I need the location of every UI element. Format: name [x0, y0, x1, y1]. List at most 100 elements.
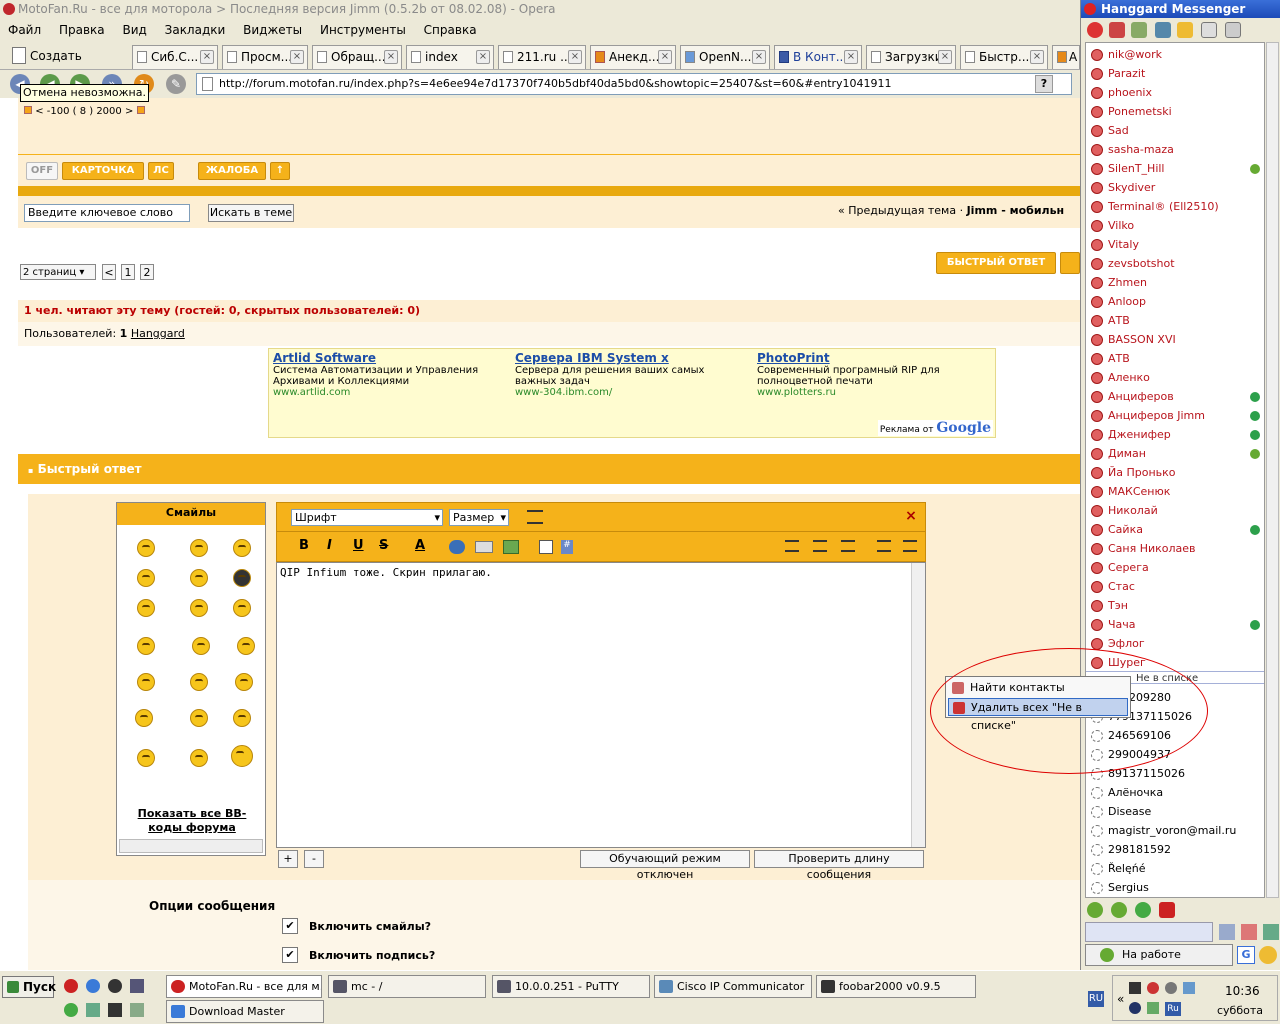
off-button[interactable]: OFF — [26, 162, 58, 180]
complaint-button[interactable]: ЖАЛОБА — [198, 162, 266, 180]
contact-item[interactable]: Николай — [1086, 501, 1264, 520]
help-icon[interactable] — [1177, 22, 1193, 38]
numbered-list-icon[interactable] — [877, 540, 891, 552]
contact-item[interactable]: Vitaly — [1086, 235, 1264, 254]
taskbar-item-mc[interactable]: mc - / — [328, 975, 486, 998]
ad-url[interactable]: www.artlid.com — [273, 387, 503, 398]
quick-reply-top-button[interactable]: БЫСТРЫЙ ОТВЕТ — [936, 252, 1056, 274]
network-icon[interactable] — [130, 979, 144, 993]
contact-item[interactable]: Sad — [1086, 121, 1264, 140]
icq-quicklaunch-icon[interactable] — [64, 1003, 78, 1017]
smiley-icon[interactable] — [190, 569, 208, 587]
ads-by-google[interactable]: Реклама от Google — [877, 420, 993, 436]
ru-icon[interactable]: Ru — [1165, 1002, 1181, 1016]
ie-quicklaunch-icon[interactable] — [86, 979, 100, 993]
close-icon[interactable]: × — [290, 50, 304, 64]
align-center-icon[interactable] — [813, 540, 827, 552]
contact-list-scrollbar[interactable] — [1266, 42, 1279, 898]
font-select[interactable]: Шрифт ▾ — [291, 509, 443, 526]
smiley-icon[interactable] — [190, 749, 208, 767]
help-icon[interactable]: ? — [1035, 75, 1053, 93]
menu-edit[interactable]: Правка — [59, 23, 105, 37]
contact-item[interactable]: Vilko — [1086, 216, 1264, 235]
close-icon[interactable]: × — [384, 50, 398, 64]
contact-item[interactable]: Аленко — [1086, 368, 1264, 387]
taskbar-item-putty[interactable]: 10.0.0.251 - PuTTY — [492, 975, 650, 998]
enlarge-textarea-button[interactable]: + — [278, 850, 298, 868]
contacts-icon[interactable] — [1109, 22, 1125, 38]
up-arrow-icon[interactable]: ↑ — [270, 162, 290, 180]
tab-3[interactable]: Обращ... × — [312, 45, 402, 69]
code-icon[interactable]: # — [561, 540, 573, 554]
contact-item[interactable]: BASSON XVI — [1086, 330, 1264, 349]
ad-2[interactable]: Сервера IBM System x Сервера для решения… — [515, 351, 745, 398]
smiley-icon[interactable] — [192, 637, 210, 655]
app-icon[interactable] — [130, 1003, 144, 1017]
address-bar[interactable]: http://forum.motofan.ru/index.php?s=4e6e… — [196, 73, 1072, 95]
smiley-icon[interactable] — [237, 637, 255, 655]
taskbar-item-foobar[interactable]: foobar2000 v0.9.5 — [816, 975, 976, 998]
smiley-icon[interactable] — [231, 745, 253, 767]
tab-11[interactable]: A — [1052, 45, 1080, 69]
contact-item[interactable]: Эфлог — [1086, 634, 1264, 653]
smiley-icon[interactable] — [190, 673, 208, 691]
contact-item[interactable]: 298181592 — [1086, 840, 1264, 859]
text-color-icon[interactable]: A — [415, 538, 425, 553]
enable-smileys-checkbox[interactable]: ✔ — [282, 918, 298, 934]
sort-icon[interactable] — [1263, 924, 1279, 940]
email-icon[interactable] — [475, 541, 493, 553]
contact-item[interactable]: magistr_voron@mail.ru — [1086, 821, 1264, 840]
current-topic-link[interactable]: Jimm - мобильн — [967, 204, 1065, 217]
opera-quicklaunch-icon[interactable] — [64, 979, 78, 993]
smiley-icon[interactable] — [137, 749, 155, 767]
close-icon[interactable]: × — [938, 50, 952, 64]
page-link-1[interactable]: 1 — [121, 264, 135, 280]
page-link-2[interactable]: 2 — [140, 264, 154, 280]
minus-icon[interactable] — [24, 106, 32, 114]
contact-item[interactable]: 89137115026 — [1086, 764, 1264, 783]
contact-item[interactable]: Диман — [1086, 444, 1264, 463]
align-right-icon[interactable] — [841, 540, 855, 552]
ad-1[interactable]: Artlid Software Система Автоматизации и … — [273, 351, 503, 398]
contact-item[interactable]: Серега — [1086, 558, 1264, 577]
contact-item[interactable]: zevsbotshot — [1086, 254, 1264, 273]
edit-icon[interactable]: ✎ — [166, 74, 186, 94]
tray-icon[interactable] — [1183, 982, 1195, 994]
contact-item[interactable]: АТВ — [1086, 311, 1264, 330]
italic-icon[interactable]: I — [327, 538, 332, 553]
tray-icon[interactable] — [1147, 1002, 1159, 1014]
contact-item[interactable]: Тэн — [1086, 596, 1264, 615]
contact-item[interactable]: nik@work — [1086, 45, 1264, 64]
menu-widgets[interactable]: Виджеты — [243, 23, 302, 37]
tab-7[interactable]: OpenN... × — [680, 45, 770, 69]
smiley-icon[interactable] — [190, 599, 208, 617]
settings-icon[interactable] — [1131, 22, 1147, 38]
users-icon[interactable] — [1241, 924, 1257, 940]
keyword-search-input[interactable]: Введите ключевое слово — [24, 204, 190, 222]
service-icon[interactable] — [1159, 902, 1175, 918]
smiley-icon[interactable] — [135, 709, 153, 727]
app-icon[interactable] — [86, 1003, 100, 1017]
smiley-icon[interactable] — [233, 539, 251, 557]
smiley-icon[interactable] — [233, 599, 251, 617]
icq-icon[interactable] — [1111, 902, 1127, 918]
menu-tools[interactable]: Инструменты — [320, 23, 406, 37]
ad-title[interactable]: PhotoPrint — [757, 351, 987, 365]
smiley-icon[interactable] — [235, 673, 253, 691]
menu-bookmarks[interactable]: Закладки — [165, 23, 226, 37]
start-button[interactable]: Пуск — [2, 976, 56, 998]
show-all-bbcodes-link[interactable]: Показать все BB-коды форума — [127, 807, 257, 835]
tray-icon[interactable] — [1165, 982, 1177, 994]
contact-item[interactable]: МАКСенюк — [1086, 482, 1264, 501]
user-link[interactable]: Hanggard — [131, 327, 185, 340]
taskbar-item-download-master[interactable]: Download Master — [166, 1000, 324, 1023]
contact-item[interactable]: Anloop — [1086, 292, 1264, 311]
clock-time[interactable]: 10:36 — [1225, 984, 1260, 998]
smileys-scrollbar[interactable] — [119, 839, 263, 853]
smiley-icon[interactable] — [233, 709, 251, 727]
tab-5[interactable]: 211.ru ... × — [498, 45, 586, 69]
menu-icon[interactable] — [1225, 22, 1241, 38]
menu-file[interactable]: Файл — [8, 23, 41, 37]
ad-url[interactable]: www-304.ibm.com/ — [515, 387, 745, 398]
close-icon[interactable]: × — [752, 50, 766, 64]
